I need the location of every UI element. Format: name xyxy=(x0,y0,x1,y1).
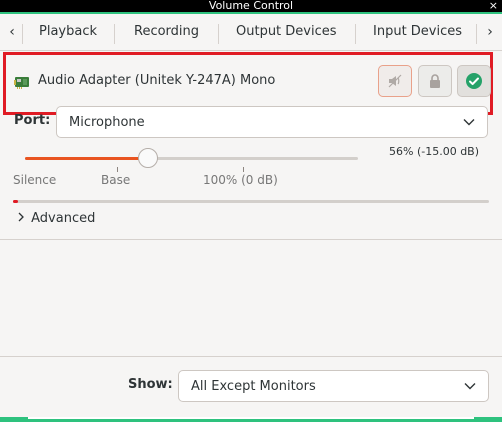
lock-icon xyxy=(430,74,440,88)
chevron-down-icon xyxy=(463,119,475,126)
checkmark-icon xyxy=(466,73,482,89)
tab-divider xyxy=(114,24,115,44)
mute-icon xyxy=(388,74,402,88)
tab-divider xyxy=(22,24,23,44)
volume-slider-fill xyxy=(25,157,149,160)
base-mark-label: Base xyxy=(101,173,131,187)
tab-scroll-left-icon[interactable]: ‹ xyxy=(2,14,22,50)
tab-bar: ‹ Playback Recording Output Devices Inpu… xyxy=(0,14,502,51)
show-label: Show: xyxy=(128,377,173,392)
lock-channels-button[interactable] xyxy=(418,65,452,97)
silence-mark-label: Silence xyxy=(13,173,57,187)
advanced-expander[interactable]: Advanced xyxy=(17,211,95,226)
tab-recording[interactable]: Recording xyxy=(134,14,199,50)
tab-scroll-right-icon[interactable]: › xyxy=(480,14,500,50)
peak-level-meter xyxy=(13,200,489,203)
port-value: Microphone xyxy=(69,114,145,130)
full-volume-tick xyxy=(243,167,244,172)
tab-playback[interactable]: Playback xyxy=(39,14,97,50)
tab-input-devices[interactable]: Input Devices xyxy=(373,14,462,50)
mute-button[interactable] xyxy=(378,65,412,97)
full-volume-mark-label: 100% (0 dB) xyxy=(203,173,278,187)
sound-card-icon xyxy=(14,77,29,89)
volume-slider[interactable] xyxy=(25,148,358,168)
show-filter-dropdown[interactable]: All Except Monitors xyxy=(178,370,489,402)
chevron-down-icon xyxy=(464,383,476,390)
base-tick xyxy=(117,167,118,172)
chevron-right-icon xyxy=(17,212,27,225)
peak-level-fill xyxy=(13,200,18,203)
window-titlebar: Volume Control × xyxy=(0,0,502,12)
tab-divider xyxy=(218,24,219,44)
advanced-label: Advanced xyxy=(31,211,96,226)
tab-divider xyxy=(355,24,356,44)
set-default-button[interactable] xyxy=(457,65,491,97)
volume-readout: 56% (-15.00 dB) xyxy=(389,145,480,158)
section-divider xyxy=(0,239,502,240)
footer-divider xyxy=(0,356,502,357)
close-icon[interactable]: × xyxy=(489,0,498,12)
volume-slider-handle[interactable] xyxy=(138,148,159,168)
show-filter-value: All Except Monitors xyxy=(191,378,316,394)
port-label: Port: xyxy=(14,113,51,128)
tab-divider xyxy=(476,24,477,44)
window-frame-bottom xyxy=(0,417,502,422)
port-dropdown[interactable]: Microphone xyxy=(56,106,488,138)
window-title: Volume Control xyxy=(208,0,294,12)
device-name: Audio Adapter (Unitek Y-247A) Mono xyxy=(38,73,276,88)
tab-output-devices[interactable]: Output Devices xyxy=(236,14,337,50)
